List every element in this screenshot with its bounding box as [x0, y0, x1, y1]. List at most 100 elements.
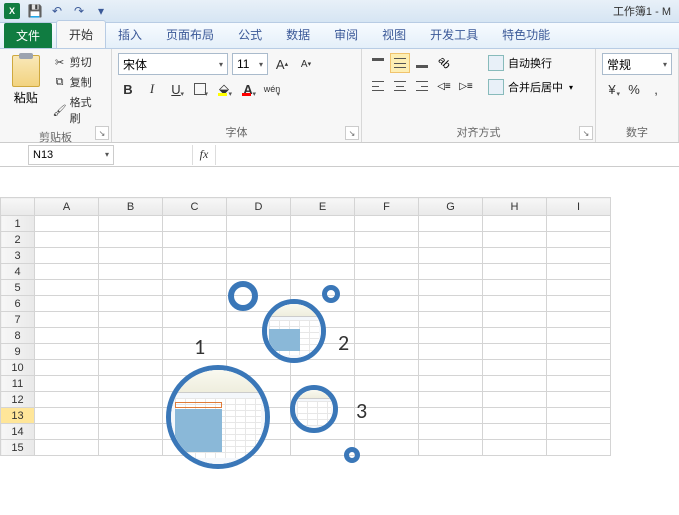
phonetic-button[interactable]: wén — [262, 79, 282, 99]
cell[interactable] — [35, 216, 99, 232]
cell[interactable] — [227, 440, 291, 456]
cell[interactable] — [99, 408, 163, 424]
row-header[interactable]: 11 — [1, 376, 35, 392]
cell[interactable] — [291, 344, 355, 360]
cell[interactable] — [419, 392, 483, 408]
merge-center-button[interactable]: 合并后居中▾ — [484, 77, 577, 97]
cell[interactable] — [35, 424, 99, 440]
cell[interactable] — [547, 312, 611, 328]
cell[interactable] — [291, 424, 355, 440]
cell[interactable] — [227, 344, 291, 360]
cell[interactable] — [419, 232, 483, 248]
cell[interactable] — [483, 232, 547, 248]
cell[interactable] — [483, 296, 547, 312]
formula-input[interactable] — [216, 145, 679, 165]
col-header[interactable]: D — [227, 198, 291, 216]
increase-indent-button[interactable]: ▷≡ — [456, 76, 476, 96]
cell[interactable] — [355, 424, 419, 440]
tab-home[interactable]: 开始 — [56, 20, 106, 48]
cell[interactable] — [35, 280, 99, 296]
cell[interactable] — [483, 264, 547, 280]
cell[interactable] — [547, 328, 611, 344]
cell[interactable] — [419, 424, 483, 440]
row-header[interactable]: 14 — [1, 424, 35, 440]
cell[interactable] — [419, 296, 483, 312]
cell[interactable] — [355, 360, 419, 376]
tab-developer[interactable]: 开发工具 — [418, 21, 490, 48]
spreadsheet-grid[interactable]: A B C D E F G H I 123456789101112131415 — [0, 197, 611, 456]
row-header[interactable]: 1 — [1, 216, 35, 232]
redo-icon[interactable]: ↷ — [70, 2, 88, 20]
cell[interactable] — [291, 296, 355, 312]
cell[interactable] — [291, 280, 355, 296]
alignment-dialog-launcher[interactable]: ↘ — [579, 126, 593, 140]
cell[interactable] — [163, 344, 227, 360]
bold-button[interactable]: B — [118, 79, 138, 99]
cell[interactable] — [35, 376, 99, 392]
cell[interactable] — [227, 232, 291, 248]
cell[interactable] — [163, 296, 227, 312]
cell[interactable] — [419, 328, 483, 344]
cell[interactable] — [163, 216, 227, 232]
cell[interactable] — [483, 248, 547, 264]
cell[interactable] — [99, 312, 163, 328]
col-header[interactable]: G — [419, 198, 483, 216]
cell[interactable] — [163, 360, 227, 376]
cell[interactable] — [483, 440, 547, 456]
grow-font-button[interactable]: A▴ — [272, 54, 292, 74]
tab-data[interactable]: 数据 — [274, 21, 322, 48]
cell[interactable] — [291, 328, 355, 344]
cell[interactable] — [291, 376, 355, 392]
font-size-select[interactable]: 11▾ — [232, 53, 268, 75]
cell[interactable] — [291, 392, 355, 408]
fx-button[interactable]: fx — [192, 145, 216, 165]
cell[interactable] — [163, 424, 227, 440]
cell[interactable] — [419, 360, 483, 376]
row-header[interactable]: 13 — [1, 408, 35, 424]
cell[interactable] — [419, 344, 483, 360]
cell[interactable] — [99, 232, 163, 248]
cell[interactable] — [291, 264, 355, 280]
qat-customize-icon[interactable]: ▾ — [92, 2, 110, 20]
cell[interactable] — [227, 328, 291, 344]
cell[interactable] — [227, 392, 291, 408]
cell[interactable] — [547, 392, 611, 408]
cell[interactable] — [355, 280, 419, 296]
cell[interactable] — [355, 440, 419, 456]
name-box[interactable]: N13▾ — [28, 145, 114, 165]
cell[interactable] — [483, 344, 547, 360]
cell[interactable] — [99, 424, 163, 440]
tab-review[interactable]: 审阅 — [322, 21, 370, 48]
font-name-select[interactable]: 宋体▾ — [118, 53, 228, 75]
cut-button[interactable]: ✂剪切 — [50, 53, 105, 71]
cell[interactable] — [99, 280, 163, 296]
tab-view[interactable]: 视图 — [370, 21, 418, 48]
cell[interactable] — [547, 424, 611, 440]
cell[interactable] — [227, 360, 291, 376]
cell[interactable] — [419, 376, 483, 392]
tab-file[interactable]: 文件 — [4, 23, 52, 48]
font-color-button[interactable]: A — [238, 79, 258, 99]
row-header[interactable]: 2 — [1, 232, 35, 248]
cell[interactable] — [227, 248, 291, 264]
percent-button[interactable]: % — [624, 79, 644, 99]
orientation-button[interactable]: ab — [434, 53, 454, 73]
underline-button[interactable]: U — [166, 79, 186, 99]
cell[interactable] — [291, 408, 355, 424]
cell[interactable] — [99, 328, 163, 344]
cell[interactable] — [419, 408, 483, 424]
number-format-select[interactable]: 常规▾ — [602, 53, 672, 75]
cell[interactable] — [227, 280, 291, 296]
cell[interactable] — [163, 232, 227, 248]
cell[interactable] — [99, 264, 163, 280]
cell[interactable] — [35, 392, 99, 408]
cell[interactable] — [227, 312, 291, 328]
cell[interactable] — [355, 376, 419, 392]
row-header[interactable]: 3 — [1, 248, 35, 264]
cell[interactable] — [163, 280, 227, 296]
comma-button[interactable]: , — [646, 79, 666, 99]
decrease-indent-button[interactable]: ◁≡ — [434, 76, 454, 96]
cell[interactable] — [163, 408, 227, 424]
paste-button[interactable]: 粘贴 — [6, 53, 46, 127]
currency-button[interactable]: ¥ — [602, 79, 622, 99]
